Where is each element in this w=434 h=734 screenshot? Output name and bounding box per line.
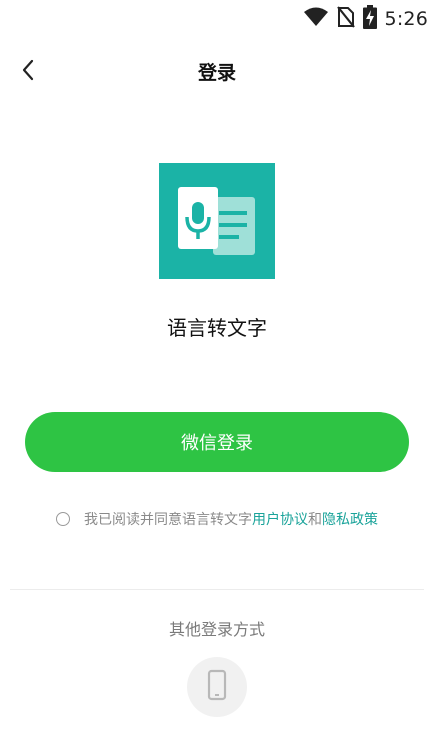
agreement-and: 和 (308, 512, 322, 528)
agreement-prefix: 我已阅读并同意语言转文字 (84, 512, 252, 528)
phone-icon (207, 669, 227, 705)
header: 登录 (0, 50, 434, 94)
wechat-login-button[interactable]: 微信登录 (25, 412, 409, 472)
user-agreement-link[interactable]: 用户协议 (252, 509, 308, 529)
voice-to-text-logo-icon (159, 187, 275, 283)
page-title: 登录 (197, 62, 236, 84)
no-sim-icon (336, 6, 355, 32)
wifi-icon (303, 7, 329, 31)
app-logo (159, 163, 275, 279)
agreement-row: 我已阅读并同意语言转文字 用户协议 和 隐私政策 (0, 508, 434, 530)
divider (10, 589, 424, 590)
app-name: 语言转文字 (167, 316, 267, 340)
status-time: 5:26 (384, 8, 428, 30)
agree-radio[interactable] (56, 512, 70, 526)
privacy-policy-link[interactable]: 隐私政策 (322, 509, 378, 529)
battery-charging-icon (362, 5, 377, 33)
status-bar: 5:26 (0, 0, 434, 38)
status-icons: 5:26 (303, 5, 428, 33)
phone-login-button[interactable] (187, 657, 247, 717)
other-login-title: 其他登录方式 (168, 620, 265, 639)
